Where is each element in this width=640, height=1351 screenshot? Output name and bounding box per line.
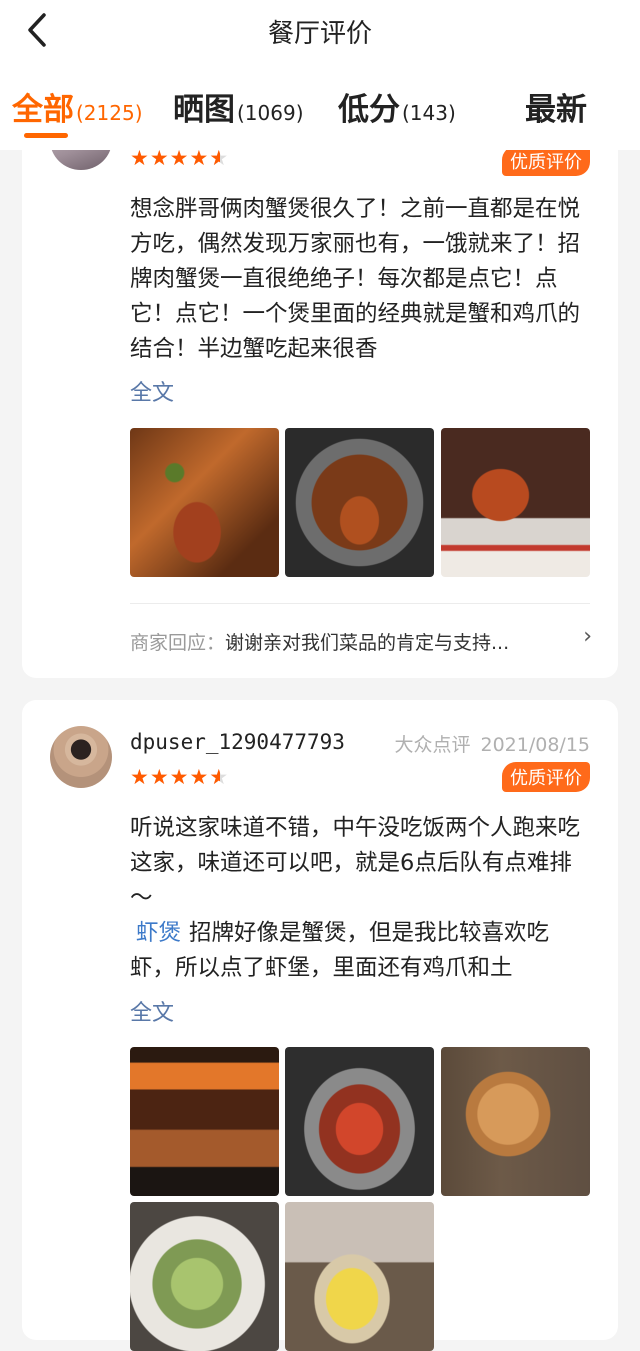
- half-star-icon: ★: [209, 765, 229, 789]
- tab-label: 最新: [525, 92, 587, 128]
- tab-label: 低分: [338, 92, 400, 128]
- username[interactable]: dpuser_1290477793: [130, 730, 345, 754]
- review-source: 大众点评: [394, 734, 471, 756]
- review-photo[interactable]: [130, 1047, 279, 1196]
- read-more-link[interactable]: 全文: [130, 995, 174, 1027]
- review-card[interactable]: dpuser_1290477793 大众点评2021/08/15 ★★★★★ 优…: [22, 700, 618, 1351]
- review-photo[interactable]: [441, 1047, 590, 1196]
- tab-count: (143): [402, 101, 456, 125]
- divider: [130, 603, 590, 604]
- tab-photos[interactable]: 晒图 (1069): [173, 84, 304, 129]
- chevron-right-icon[interactable]: ›: [583, 624, 592, 649]
- avatar[interactable]: [50, 726, 112, 788]
- review-text-part: 听说这家味道不错，中午没吃饭两个人跑来吃这家，味道还可以吧，就是6点后队有点难排…: [130, 815, 581, 911]
- tab-count: (1069): [237, 101, 304, 125]
- star-icon: ★: [169, 765, 190, 789]
- review-meta: 大众点评 2021/08/15: [394, 730, 590, 757]
- tab-label: 晒图: [173, 92, 235, 128]
- review-date: 2021/08/15: [480, 734, 590, 756]
- header: 餐厅评价 全部 (2125) 晒图 (1069) 低分 (143) 最新: [0, 0, 640, 150]
- review-card[interactable]: ★★★★★ 优质评价 想念胖哥俩肉蟹煲很久了！之前一直都是在悦方吃，偶然发现万家…: [22, 110, 618, 678]
- review-photo[interactable]: [130, 428, 279, 577]
- review-photo[interactable]: [285, 1047, 434, 1196]
- star-icon: ★: [149, 765, 170, 789]
- review-text: 想念胖哥俩肉蟹煲很久了！之前一直都是在悦方吃，偶然发现万家丽也有，一饿就来了！招…: [130, 196, 581, 362]
- review-photo[interactable]: [285, 428, 434, 577]
- star-icon: ★: [189, 765, 210, 789]
- page-title: 餐厅评价: [267, 19, 372, 49]
- active-tab-indicator: [24, 133, 68, 138]
- tab-bar: 全部 (2125) 晒图 (1069) 低分 (143) 最新: [0, 84, 640, 134]
- merchant-reply-label: 商家回应：: [130, 632, 226, 654]
- merchant-reply-text: 谢谢亲对我们菜品的肯定与支持...: [225, 632, 510, 654]
- review-photo[interactable]: [441, 428, 590, 577]
- review-photo[interactable]: [130, 1202, 279, 1351]
- star-icon: ★: [130, 765, 150, 789]
- tab-all[interactable]: 全部 (2125): [12, 84, 143, 129]
- review-text: 听说这家味道不错，中午没吃饭两个人跑来吃这家，味道还可以吧，就是6点后队有点难排…: [130, 811, 592, 986]
- tab-label: 全部: [12, 92, 74, 128]
- review-text-part: 招牌好像是蟹煲，但是我比较喜欢吃虾，所以点了虾堡，里面还有鸡爪和土: [130, 920, 550, 981]
- quality-review-badge: 优质评价: [502, 762, 590, 792]
- tab-latest[interactable]: 最新: [525, 84, 587, 129]
- tab-low-score[interactable]: 低分 (143): [338, 84, 456, 129]
- star-rating: ★★★★★: [130, 765, 229, 789]
- tab-count: (2125): [76, 101, 143, 125]
- review-photo[interactable]: [285, 1202, 434, 1351]
- quality-review-badge: 优质评价: [502, 146, 590, 176]
- read-more-link[interactable]: 全文: [130, 375, 174, 407]
- dish-tag[interactable]: 虾煲: [136, 920, 181, 946]
- merchant-reply[interactable]: 商家回应：谢谢亲对我们菜品的肯定与支持...: [130, 628, 509, 655]
